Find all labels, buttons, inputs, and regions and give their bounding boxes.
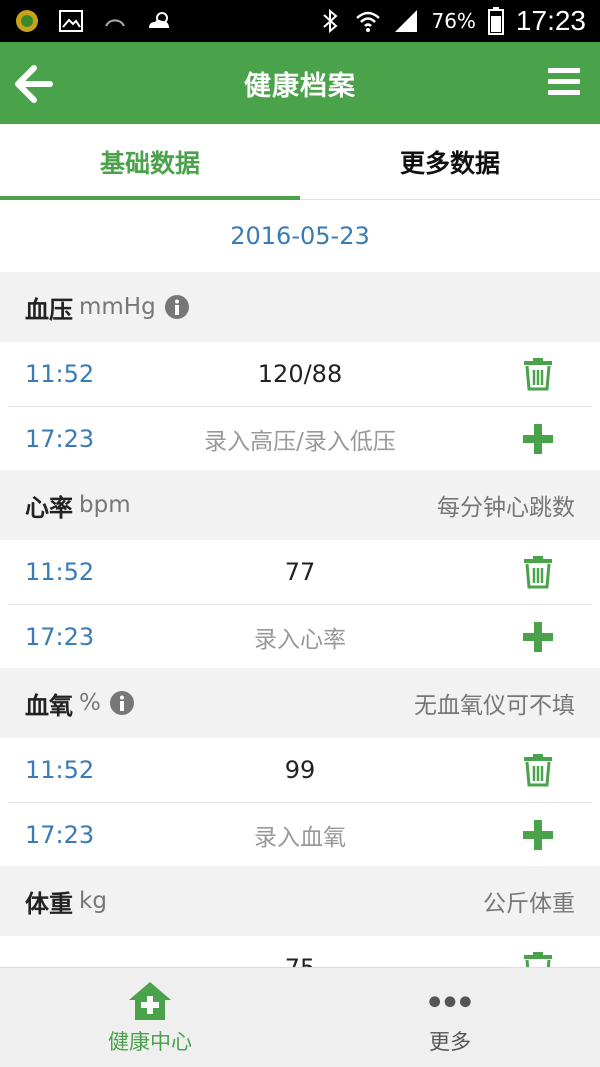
section-header-blood-pressure: 血压 mmHg xyxy=(0,272,600,342)
back-arrow-icon[interactable] xyxy=(14,64,54,104)
record-time: 11:52 xyxy=(25,756,95,784)
section-header-blood-oxygen: 血氧 % 无血氧仪可不填 xyxy=(0,668,600,738)
nav-label: 更多 xyxy=(429,1029,471,1054)
status-bar: 76% 17:23 xyxy=(0,0,600,42)
record-row: 11:52 77 xyxy=(8,540,592,604)
plus-icon[interactable] xyxy=(521,818,555,852)
health-records-list[interactable]: 血压 mmHg 11:52 120/88 17:23 录入高压/录入低压 心率 … xyxy=(0,272,600,967)
status-time: 17:23 xyxy=(515,5,586,36)
section-hint: 无血氧仪可不填 xyxy=(414,693,575,719)
entry-row: 17:23 录入血氧 xyxy=(8,802,592,866)
section-unit: kg xyxy=(79,888,107,914)
section-unit: bpm xyxy=(79,492,131,518)
tab-more-data[interactable]: 更多数据 xyxy=(300,124,600,199)
signal-arc-icon xyxy=(105,19,125,27)
weather-icon xyxy=(149,12,169,28)
bottom-navigation: 健康中心 更多 xyxy=(0,967,600,1067)
plus-icon[interactable] xyxy=(521,422,555,456)
tab-bar: 基础数据 更多数据 xyxy=(0,124,600,200)
section-header-weight: 体重 kg 公斤体重 xyxy=(0,866,600,936)
section-title: 心率 xyxy=(25,493,73,522)
battery-percent: 76% xyxy=(431,9,476,33)
trash-icon[interactable] xyxy=(521,357,555,391)
blood-pressure-input[interactable]: 录入高压/录入低压 xyxy=(8,422,592,456)
trash-icon[interactable] xyxy=(521,753,555,787)
app-header: 健康档案 xyxy=(0,42,600,124)
entry-row: 17:23 录入心率 xyxy=(8,604,592,668)
info-icon[interactable] xyxy=(164,294,190,320)
section-header-heart-rate: 心率 bpm 每分钟心跳数 xyxy=(0,470,600,540)
bluetooth-icon xyxy=(323,8,338,34)
date-selector[interactable]: 2016-05-23 xyxy=(0,200,600,272)
blood-oxygen-input[interactable]: 录入血氧 xyxy=(8,818,592,852)
record-time: 11:52 xyxy=(25,360,95,388)
trash-icon[interactable] xyxy=(521,555,555,589)
section-hint: 公斤体重 xyxy=(483,891,575,917)
section-title: 血压 xyxy=(25,295,73,324)
record-time: 11:52 xyxy=(25,558,95,586)
section-hint: 每分钟心跳数 xyxy=(437,495,575,521)
record-row: 11:52 99 xyxy=(8,738,592,802)
app-notification-icon xyxy=(16,10,38,32)
cell-signal-icon xyxy=(395,10,418,32)
record-row: 75 xyxy=(8,936,592,967)
record-value: 75 xyxy=(8,954,592,967)
menu-icon[interactable] xyxy=(546,64,582,100)
tab-basic-data[interactable]: 基础数据 xyxy=(0,124,300,200)
health-center-icon xyxy=(129,981,171,1020)
battery-icon xyxy=(487,7,504,35)
nav-label: 健康中心 xyxy=(108,1029,192,1054)
section-title: 血氧 xyxy=(25,691,73,720)
nav-more[interactable]: 更多 xyxy=(300,968,600,1067)
plus-icon[interactable] xyxy=(521,620,555,654)
nav-health-center[interactable]: 健康中心 xyxy=(0,968,300,1067)
page-title: 健康档案 xyxy=(244,70,356,102)
entry-row: 17:23 录入高压/录入低压 xyxy=(8,406,592,470)
trash-icon[interactable] xyxy=(521,951,555,967)
record-row: 11:52 120/88 xyxy=(8,342,592,406)
heart-rate-input[interactable]: 录入心率 xyxy=(8,620,592,654)
more-dots-icon xyxy=(429,995,471,1007)
section-title: 体重 xyxy=(25,889,73,918)
info-icon[interactable] xyxy=(109,690,135,716)
image-notification-icon xyxy=(59,10,83,32)
section-unit: mmHg xyxy=(79,294,156,320)
wifi-icon xyxy=(356,11,381,32)
section-unit: % xyxy=(79,690,101,716)
